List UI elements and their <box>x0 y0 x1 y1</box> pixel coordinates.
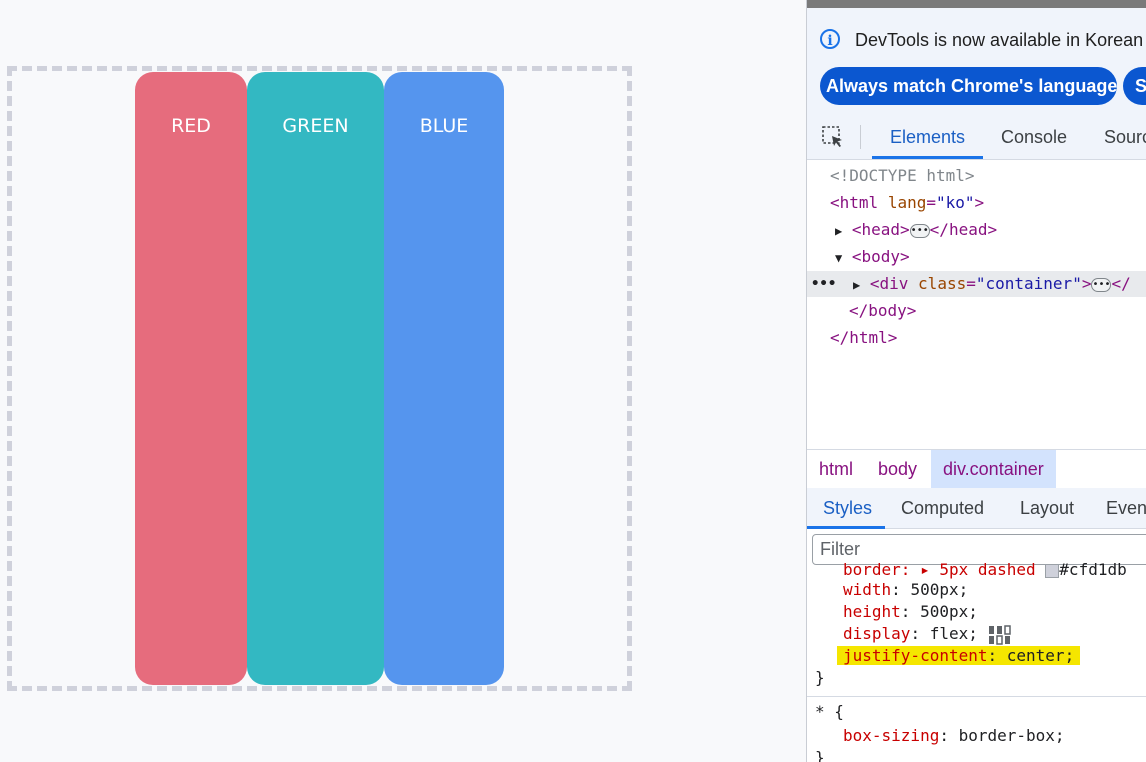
green-box-label: GREEN <box>282 115 349 137</box>
tab-elements[interactable]: Elements <box>890 115 965 159</box>
tab-separator <box>860 125 861 149</box>
css-prop-value: 500px <box>910 580 959 599</box>
css-decl-height[interactable]: height: 500px; <box>843 601 978 623</box>
dom-head-node[interactable]: ▶ <head>•••</head> <box>835 217 997 243</box>
div-attr-value: "container" <box>975 274 1082 293</box>
css-border-partial[interactable]: border: ▸ 5px dashed #cfd1db <box>843 559 1127 581</box>
css-rule-close: } <box>815 667 825 689</box>
expand-triangle-icon[interactable]: ▶ <box>853 278 860 292</box>
tab-console[interactable]: Console <box>1001 115 1067 159</box>
devtools-panel: i DevTools is now available in Korean Al… <box>806 0 1146 762</box>
dom-html-close[interactable]: </html> <box>830 325 897 351</box>
blue-box-label: BLUE <box>419 115 469 137</box>
doctype-text: <!DOCTYPE html> <box>830 166 975 185</box>
div-close-tag: </ <box>1111 274 1131 293</box>
div-tag-close: > <box>1081 274 1092 293</box>
tab-layout[interactable]: Layout <box>1020 488 1074 528</box>
html-tag-close: > <box>974 193 985 212</box>
head-open-tag: <head> <box>851 220 910 239</box>
border-color-value: #cfd1db <box>1059 560 1127 579</box>
css-decl-display[interactable]: display: flex; <box>843 623 1012 645</box>
breadcrumb-div-container[interactable]: div.container <box>931 450 1056 488</box>
div-attr-name: class <box>918 274 967 293</box>
tab-computed[interactable]: Computed <box>901 488 984 528</box>
dom-body-node[interactable]: ▼ <body> <box>835 244 910 270</box>
css-prop-name: box-sizing <box>843 726 940 745</box>
css-decl-justify-content[interactable]: justify-content: center; <box>837 645 1081 667</box>
head-close-tag: </head> <box>929 220 998 239</box>
language-infobar: i DevTools is now available in Korean Al… <box>807 8 1146 115</box>
css-prop-value: border-box <box>958 726 1055 745</box>
css-rule-close-2: } <box>815 747 825 762</box>
css-decl-width[interactable]: width: 500px; <box>843 579 968 601</box>
devtools-top-edge <box>807 0 1146 8</box>
css-prop-name: width <box>843 580 892 599</box>
devtools-main-tabs: Elements Console Sources <box>807 115 1146 160</box>
css-prop-name: justify-content <box>843 646 988 665</box>
html-attr-value: "ko" <box>935 193 975 212</box>
dom-tree: <!DOCTYPE html> <html lang="ko"> ▶ <head… <box>807 159 1146 449</box>
close-brace: } <box>815 748 825 762</box>
css-decl-box-sizing[interactable]: box-sizing: border-box; <box>843 725 1065 747</box>
more-options-icon[interactable]: ••• <box>811 271 836 297</box>
green-box: GREEN <box>247 72 384 685</box>
styles-pane: border: ▸ 5px dashed #cfd1db width: 500p… <box>807 560 1146 762</box>
css-prop-name: height <box>843 602 901 621</box>
dom-html-node[interactable]: <html lang="ko"> <box>830 190 984 216</box>
ellipsis-icon[interactable]: ••• <box>1091 277 1112 292</box>
html-tag: <html <box>830 193 879 212</box>
expand-triangle-icon[interactable]: ▶ <box>835 224 842 238</box>
css-prop-value: 500px <box>920 602 969 621</box>
body-open-tag: <body> <box>851 247 910 266</box>
css-prop-name: display <box>843 624 911 643</box>
infobar-message: DevTools is now available in Korean <box>855 30 1144 50</box>
color-swatch-icon[interactable] <box>1045 563 1060 578</box>
css-universal-selector[interactable]: * { <box>815 701 844 723</box>
demo-page: RED GREEN BLUE <box>0 0 806 762</box>
universal-selector: * { <box>815 702 844 721</box>
red-box: RED <box>135 72 247 685</box>
border-partial-text: border: ▸ 5px dashed <box>843 560 1046 579</box>
breadcrumb-body[interactable]: body <box>878 450 917 488</box>
match-language-button[interactable]: Always match Chrome's language <box>820 67 1117 105</box>
tab-sources[interactable]: Sources <box>1104 115 1146 159</box>
flexbox-editor-icon[interactable] <box>988 624 1012 645</box>
tab-styles[interactable]: Styles <box>823 488 872 528</box>
ellipsis-icon[interactable]: ••• <box>909 223 930 238</box>
dom-body-close[interactable]: </body> <box>849 298 916 324</box>
html-close-tag: </html> <box>830 328 898 347</box>
dom-doctype[interactable]: <!DOCTYPE html> <box>830 163 975 189</box>
html-attr-name: lang <box>887 193 927 212</box>
inspect-element-icon[interactable] <box>821 125 845 149</box>
rule-divider <box>807 696 1146 697</box>
styles-subtabs: Styles Computed Layout Event Listeners <box>807 488 1146 529</box>
css-prop-value: flex <box>929 624 969 643</box>
collapse-triangle-icon[interactable]: ▼ <box>835 251 842 265</box>
red-box-label: RED <box>171 115 211 137</box>
switch-language-button[interactable]: Switch <box>1123 67 1146 105</box>
body-close-tag: </body> <box>849 301 917 320</box>
css-prop-value: center <box>1006 646 1065 665</box>
blue-box: BLUE <box>384 72 504 685</box>
close-brace: } <box>815 668 825 687</box>
breadcrumb-html[interactable]: html <box>819 450 853 488</box>
div-tag: <div <box>869 274 909 293</box>
tab-event-listeners[interactable]: Event Listeners <box>1106 488 1146 528</box>
flex-container: RED GREEN BLUE <box>7 66 632 691</box>
dom-div-node[interactable]: ••• ▶ <div class="container">•••</ <box>807 271 1146 297</box>
breadcrumb: html body div.container <box>807 449 1146 489</box>
info-icon: i <box>820 29 840 49</box>
